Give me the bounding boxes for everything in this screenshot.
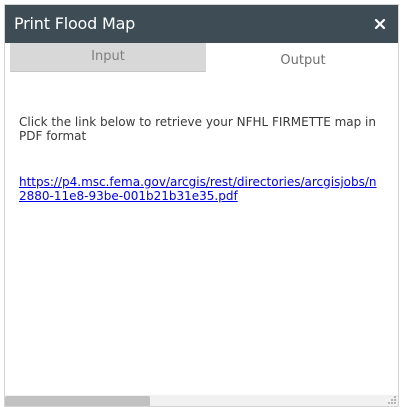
close-icon: [374, 18, 386, 30]
close-button[interactable]: [370, 14, 390, 34]
scrollbar-thumb[interactable]: [5, 396, 150, 406]
pdf-download-link[interactable]: https://p4.msc.fema.gov/arcgis/rest/dire…: [19, 175, 391, 203]
tab-output[interactable]: Output: [206, 43, 398, 73]
print-flood-map-panel: Print Flood Map Input Output Click the l…: [4, 4, 399, 407]
tab-input[interactable]: Input: [10, 43, 206, 72]
output-content: Click the link below to retrieve your NF…: [5, 73, 398, 398]
horizontal-scrollbar[interactable]: [5, 395, 398, 406]
output-message: Click the link below to retrieve your NF…: [19, 115, 376, 143]
title-bar: Print Flood Map: [5, 5, 398, 43]
panel-title: Print Flood Map: [14, 14, 136, 33]
tab-bar: Input Output: [5, 43, 398, 73]
resize-grip-icon[interactable]: [387, 395, 397, 405]
